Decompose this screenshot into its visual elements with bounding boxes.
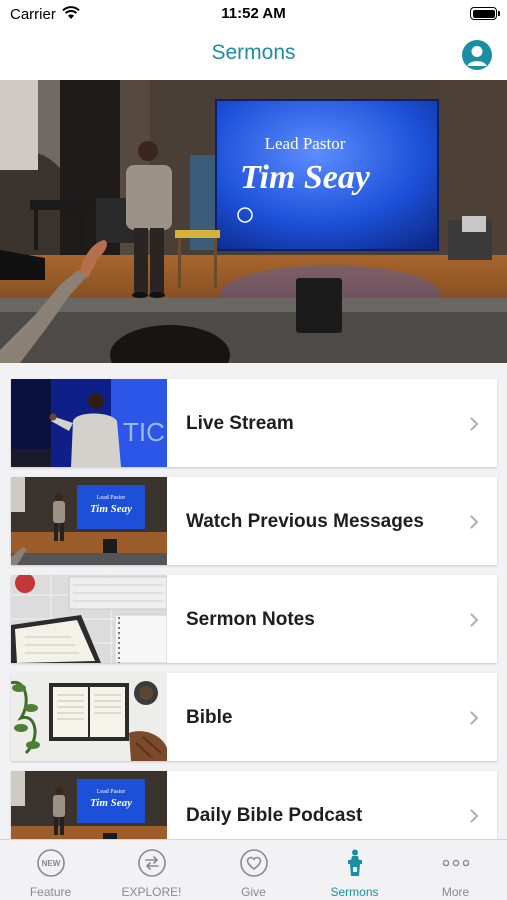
menu-item-live-stream[interactable]: TIC Live Stream <box>11 379 497 467</box>
svg-text:Lead Pastor: Lead Pastor <box>97 789 126 795</box>
svg-text:Tim Seay: Tim Seay <box>90 797 132 809</box>
previous-messages-thumbnail: Lead Pastor Tim Seay <box>11 477 167 565</box>
chevron-right-icon <box>470 417 479 431</box>
live-stream-thumbnail: TIC <box>11 379 167 467</box>
sermon-menu-list: TIC Live Stream Lead Pastor Tim Seay Wat… <box>0 363 507 839</box>
battery-icon <box>470 7 500 20</box>
new-badge-icon: NEW <box>37 849 65 877</box>
heart-icon <box>240 849 268 877</box>
bible-thumbnail <box>11 673 167 761</box>
tab-explore[interactable]: EXPLORE! <box>101 840 202 900</box>
menu-item-label: Watch Previous Messages <box>186 511 424 532</box>
profile-icon[interactable] <box>462 40 492 70</box>
menu-item-watch-previous-messages[interactable]: Lead Pastor Tim Seay Watch Previous Mess… <box>11 477 497 565</box>
more-dots-icon <box>442 859 470 867</box>
status-bar: Carrier 11:52 AM <box>0 0 507 30</box>
tab-bar: NEW Feature EXPLORE! Give Sermons More <box>0 839 507 900</box>
status-time: 11:52 AM <box>221 5 286 22</box>
podcast-thumbnail: Lead Pastor Tim Seay <box>11 771 167 839</box>
sermon-notes-thumbnail <box>11 575 167 663</box>
tab-label: Give <box>241 885 266 899</box>
tab-more[interactable]: More <box>405 840 506 900</box>
chevron-right-icon <box>470 613 479 627</box>
tab-label: Sermons <box>330 885 379 899</box>
tab-label: Feature <box>29 885 72 899</box>
tab-feature[interactable]: NEW Feature <box>0 840 101 900</box>
menu-item-sermon-notes[interactable]: Sermon Notes <box>11 575 497 663</box>
tab-label: More <box>441 885 470 899</box>
menu-item-label: Live Stream <box>186 413 294 434</box>
svg-text:Tim Seay: Tim Seay <box>90 503 132 515</box>
page-title: Sermons <box>211 41 296 64</box>
tab-sermons[interactable]: Sermons <box>304 840 405 900</box>
tab-give[interactable]: Give <box>203 840 304 900</box>
svg-text:TIC: TIC <box>123 417 165 447</box>
hero-screen-line2: Tim Seay <box>240 159 371 196</box>
menu-item-label: Sermon Notes <box>186 609 315 630</box>
menu-item-daily-bible-podcast[interactable]: Lead Pastor Tim Seay Daily Bible Podcast <box>11 771 497 839</box>
chevron-right-icon <box>470 809 479 823</box>
swap-arrows-icon <box>138 849 166 877</box>
pulpit-icon <box>348 849 362 876</box>
svg-text:Lead Pastor: Lead Pastor <box>97 495 126 501</box>
svg-text:NEW: NEW <box>42 859 61 868</box>
hero-image: Lead Pastor Tim Seay <box>0 80 507 363</box>
chevron-right-icon <box>470 711 479 725</box>
hero-screen-line1: Lead Pastor <box>265 134 346 153</box>
tab-label: EXPLORE! <box>121 885 182 899</box>
menu-item-bible[interactable]: Bible <box>11 673 497 761</box>
menu-item-label: Daily Bible Podcast <box>186 805 363 826</box>
nav-bar: Sermons <box>0 30 507 80</box>
menu-item-label: Bible <box>186 707 233 728</box>
chevron-right-icon <box>470 515 479 529</box>
